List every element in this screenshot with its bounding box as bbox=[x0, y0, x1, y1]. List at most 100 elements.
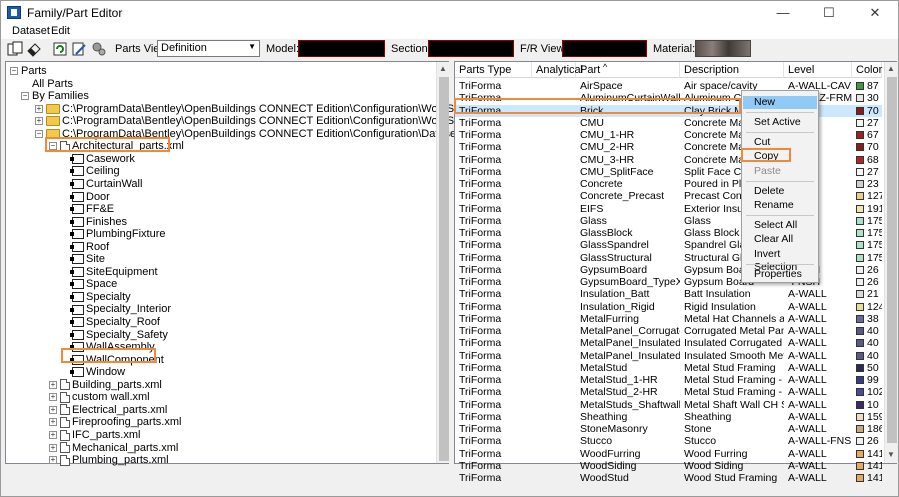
edit-icon[interactable] bbox=[71, 41, 87, 57]
col-analytical[interactable]: Analytical bbox=[532, 62, 583, 78]
col-color[interactable]: Color bbox=[852, 62, 882, 78]
tree-family-curtainwall[interactable]: CurtainWall bbox=[70, 178, 142, 190]
menu-item-cut[interactable]: Cut bbox=[743, 136, 817, 149]
tree-family-ceiling[interactable]: Ceiling bbox=[70, 165, 120, 177]
collapse-icon[interactable]: − bbox=[35, 129, 43, 138]
cell-part: CMU bbox=[580, 116, 604, 129]
cell-description: Metal Stud Framing bbox=[684, 361, 776, 374]
tree-family-specialty-interior[interactable]: Specialty_Interior bbox=[70, 303, 171, 315]
col-level[interactable]: Level bbox=[784, 62, 852, 78]
tree-architectural-file[interactable]: − Architectural_parts.xml bbox=[49, 140, 184, 152]
col-description[interactable]: Description bbox=[680, 62, 784, 78]
tree-family-siteequipment[interactable]: SiteEquipment bbox=[70, 266, 158, 278]
tree-family-door[interactable]: Door bbox=[70, 191, 110, 203]
menu-item-new[interactable]: New bbox=[743, 96, 817, 109]
table-row[interactable]: TriForma MetalPanel_InsulatedCor... Insula… bbox=[455, 337, 882, 349]
table-row[interactable]: TriForma MetalStud_2-HR Metal Stud Framing… bbox=[455, 386, 882, 398]
tree-file[interactable]: + Plumbing_parts.xml bbox=[49, 454, 169, 466]
expand-icon[interactable]: + bbox=[49, 405, 57, 414]
table-row[interactable]: TriForma StoneMasonry Stone A-WALL 186 bbox=[455, 423, 882, 435]
scroll-up-icon[interactable]: ▲ bbox=[885, 62, 897, 76]
table-row[interactable]: TriForma Sheathing Sheathing A-WALL 159 bbox=[455, 411, 882, 423]
collapse-icon[interactable]: − bbox=[21, 92, 29, 101]
tree-family-finishes[interactable]: Finishes bbox=[70, 216, 127, 228]
fr-view-preview[interactable] bbox=[562, 40, 647, 57]
table-row[interactable]: TriForma MetalStud Metal Stud Framing A-WAL… bbox=[455, 362, 882, 374]
expand-icon[interactable]: + bbox=[49, 456, 57, 465]
table-row[interactable]: TriForma WoodFurring Wood Furring A-WALL 141 bbox=[455, 448, 882, 460]
tree-file[interactable]: + Building_parts.xml bbox=[49, 379, 162, 391]
menu-item-invert-selection[interactable]: Invert Selection bbox=[743, 248, 817, 273]
menu-dataset[interactable]: Dataset bbox=[12, 25, 50, 37]
tree-family-specialty-roof[interactable]: Specialty_Roof bbox=[70, 316, 160, 328]
tree-family-site[interactable]: Site bbox=[70, 253, 105, 265]
menu-item-properties[interactable]: Properties bbox=[743, 268, 817, 281]
menu-item-rename[interactable]: Rename bbox=[743, 199, 817, 212]
model-preview[interactable] bbox=[298, 40, 385, 57]
tree-scrollbar[interactable]: ▲ bbox=[436, 62, 449, 463]
material-preview[interactable] bbox=[695, 40, 751, 57]
table-row[interactable]: TriForma Stucco Stucco A-WALL-FNSH 26 bbox=[455, 435, 882, 447]
collapse-icon[interactable]: − bbox=[10, 67, 18, 76]
settings-icon[interactable] bbox=[91, 41, 107, 57]
menu-edit[interactable]: Edit bbox=[51, 25, 70, 37]
section-preview[interactable] bbox=[428, 40, 514, 57]
tree-family-window[interactable]: Window bbox=[70, 366, 125, 378]
tree-family-roof[interactable]: Roof bbox=[70, 241, 109, 253]
tree-family-plumbingfixture[interactable]: PlumbingFixture bbox=[70, 228, 165, 240]
menu-item-delete[interactable]: Delete bbox=[743, 185, 817, 198]
scroll-down-icon[interactable]: ▼ bbox=[885, 448, 897, 462]
tree-family-ff-e[interactable]: FF&E bbox=[70, 203, 114, 215]
scroll-up-icon[interactable]: ▲ bbox=[437, 62, 449, 76]
tree-family-wallassembly[interactable]: WallAssembly bbox=[70, 341, 155, 353]
refresh-icon[interactable] bbox=[52, 41, 68, 57]
tree-file[interactable]: + custom wall.xml bbox=[49, 391, 150, 403]
new-dataset-icon[interactable] bbox=[7, 41, 23, 57]
tree-family-specialty-safety[interactable]: Specialty_Safety bbox=[70, 329, 168, 341]
tree-family-specialty[interactable]: Specialty bbox=[70, 291, 131, 303]
table-row[interactable]: TriForma MetalPanel_InsulatedSm... Insulat… bbox=[455, 350, 882, 362]
table-row[interactable]: TriForma WoodSiding Wood Siding A-WALL 141 bbox=[455, 460, 882, 472]
parts-view-select[interactable]: Definition ▼ bbox=[157, 40, 260, 57]
expand-icon[interactable]: + bbox=[35, 117, 43, 126]
tree-root[interactable]: − Parts bbox=[10, 65, 47, 77]
close-button[interactable]: ✕ bbox=[852, 1, 898, 25]
table-row[interactable]: TriForma WoodStud Wood Stud Framing A-WALL 1… bbox=[455, 472, 882, 484]
expand-icon[interactable]: + bbox=[35, 104, 43, 113]
tree-all-parts[interactable]: All Parts bbox=[32, 78, 73, 90]
menu-item-copy[interactable]: Copy bbox=[743, 150, 817, 163]
expand-icon[interactable]: + bbox=[49, 418, 57, 427]
tree-by-families[interactable]: − By Families bbox=[21, 90, 89, 102]
tree-file[interactable]: + Fireproofing_parts.xml bbox=[49, 416, 181, 428]
menu-item-paste[interactable]: Paste bbox=[743, 165, 817, 178]
tree-file[interactable]: + Mechanical_parts.xml bbox=[49, 442, 178, 454]
erase-icon[interactable] bbox=[26, 41, 42, 57]
table-row[interactable]: TriForma MetalStud_1-HR Metal Stud Framing… bbox=[455, 374, 882, 386]
expand-icon[interactable]: + bbox=[49, 443, 57, 452]
menu-item-set-active[interactable]: Set Active bbox=[743, 116, 817, 129]
tree-file[interactable]: + Electrical_parts.xml bbox=[49, 404, 167, 416]
table-row[interactable]: TriForma MetalStuds_Shaftwall Metal Shaft … bbox=[455, 399, 882, 411]
col-part[interactable]: Part ^ bbox=[576, 62, 680, 78]
grid-scroll-thumb[interactable] bbox=[887, 77, 897, 443]
tree-family-casework[interactable]: Casework bbox=[70, 153, 135, 165]
table-row[interactable]: TriForma Insulation_Batt Batt Insulation A-… bbox=[455, 288, 882, 300]
tree-family-space[interactable]: Space bbox=[70, 278, 117, 290]
table-row[interactable]: TriForma MetalFurring Metal Hat Channels a… bbox=[455, 313, 882, 325]
table-row[interactable]: TriForma MetalPanel_Corrugated Corrugated … bbox=[455, 325, 882, 337]
collapse-icon[interactable]: − bbox=[49, 142, 57, 151]
table-row[interactable]: TriForma Insulation_Rigid Rigid Insulation… bbox=[455, 301, 882, 313]
col-parts-type[interactable]: Parts Type bbox=[455, 62, 532, 78]
cell-color: 70 bbox=[852, 141, 882, 153]
minimize-button[interactable]: — bbox=[760, 1, 806, 25]
tree-file[interactable]: + IFC_parts.xml bbox=[49, 429, 140, 441]
tree-family-wallcomponent[interactable]: WallComponent bbox=[70, 354, 164, 366]
tree-scroll-thumb[interactable] bbox=[439, 77, 449, 461]
maximize-button[interactable]: ☐ bbox=[806, 1, 852, 25]
expand-icon[interactable]: + bbox=[49, 431, 57, 440]
expand-icon[interactable]: + bbox=[49, 380, 57, 389]
menu-item-clear-all[interactable]: Clear All bbox=[743, 233, 817, 246]
grid-scrollbar[interactable]: ▲ ▼ bbox=[884, 62, 897, 463]
menu-item-select-all[interactable]: Select All bbox=[743, 219, 817, 232]
expand-icon[interactable]: + bbox=[49, 393, 57, 402]
